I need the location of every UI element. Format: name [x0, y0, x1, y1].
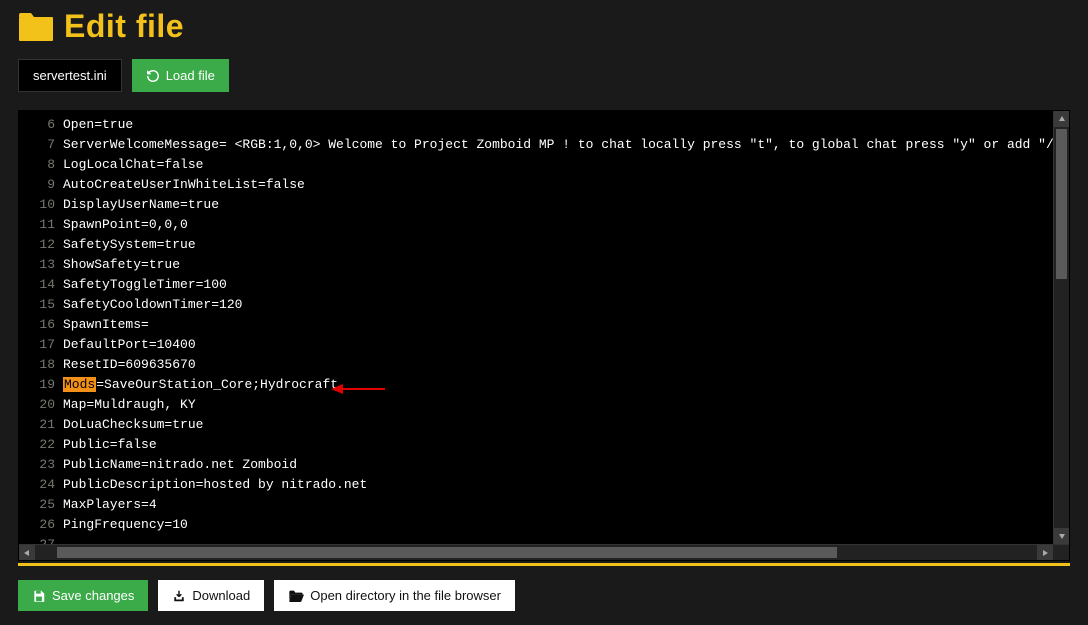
line-number: 21: [19, 415, 63, 435]
line-number: 17: [19, 335, 63, 355]
scroll-right-arrow-icon[interactable]: [1037, 545, 1053, 560]
current-file-chip[interactable]: servertest.ini: [18, 59, 122, 92]
vertical-scrollbar[interactable]: [1053, 111, 1069, 544]
code-line[interactable]: 26PingFrequency=10: [19, 515, 1069, 535]
editor-container: 6Open=true7ServerWelcomeMessage= <RGB:1,…: [18, 110, 1070, 566]
line-content: SafetyToggleTimer=100: [63, 275, 227, 295]
folder-icon: [18, 12, 54, 42]
open-directory-button[interactable]: Open directory in the file browser: [274, 580, 515, 611]
current-file-name: servertest.ini: [33, 68, 107, 83]
line-content: DefaultPort=10400: [63, 335, 196, 355]
open-dir-label: Open directory in the file browser: [310, 588, 501, 603]
line-content: PublicName=nitrado.net Zomboid: [63, 455, 297, 475]
download-button[interactable]: Download: [158, 580, 264, 611]
scroll-up-arrow-icon[interactable]: [1054, 111, 1069, 127]
line-content: Mods=SaveOurStation_Core;Hydrocraft: [63, 375, 338, 395]
save-icon: [32, 589, 46, 603]
code-line[interactable]: 13ShowSafety=true: [19, 255, 1069, 275]
scroll-down-arrow-icon[interactable]: [1054, 528, 1069, 544]
code-line[interactable]: 15SafetyCooldownTimer=120: [19, 295, 1069, 315]
line-number: 15: [19, 295, 63, 315]
code-line[interactable]: 11SpawnPoint=0,0,0: [19, 215, 1069, 235]
line-content: DisplayUserName=true: [63, 195, 219, 215]
line-number: 11: [19, 215, 63, 235]
horizontal-scrollbar-thumb[interactable]: [57, 547, 837, 558]
line-content: MaxPlayers=4: [63, 495, 157, 515]
file-toolbar: servertest.ini Load file: [0, 51, 1088, 110]
code-line[interactable]: 8LogLocalChat=false: [19, 155, 1069, 175]
load-file-label: Load file: [166, 68, 215, 83]
line-content: ShowSafety=true: [63, 255, 180, 275]
line-number: 23: [19, 455, 63, 475]
line-number: 10: [19, 195, 63, 215]
line-content: Map=Muldraugh, KY: [63, 395, 196, 415]
search-highlight: Mods: [63, 377, 96, 392]
line-content: ResetID=609635670: [63, 355, 196, 375]
code-line[interactable]: 18ResetID=609635670: [19, 355, 1069, 375]
line-content: SafetyCooldownTimer=120: [63, 295, 242, 315]
page-header: Edit file: [0, 0, 1088, 51]
line-number: 14: [19, 275, 63, 295]
save-label: Save changes: [52, 588, 134, 603]
line-number: 12: [19, 235, 63, 255]
line-content: PingFrequency=10: [63, 515, 188, 535]
line-content: Public=false: [63, 435, 157, 455]
line-number: 8: [19, 155, 63, 175]
line-number: 6: [19, 115, 63, 135]
horizontal-scrollbar[interactable]: [19, 544, 1069, 560]
line-content: PublicDescription=hosted by nitrado.net: [63, 475, 367, 495]
line-content: SafetySystem=true: [63, 235, 196, 255]
line-content: LogLocalChat=false: [63, 155, 203, 175]
code-line[interactable]: 20Map=Muldraugh, KY: [19, 395, 1069, 415]
line-number: 13: [19, 255, 63, 275]
code-line[interactable]: 22Public=false: [19, 435, 1069, 455]
reload-icon: [146, 69, 160, 83]
line-number: 20: [19, 395, 63, 415]
code-line[interactable]: 14SafetyToggleTimer=100: [19, 275, 1069, 295]
line-number: 22: [19, 435, 63, 455]
code-line[interactable]: 7ServerWelcomeMessage= <RGB:1,0,0> Welco…: [19, 135, 1069, 155]
line-number: 16: [19, 315, 63, 335]
code-line[interactable]: 16SpawnItems=: [19, 315, 1069, 335]
code-line[interactable]: 21DoLuaChecksum=true: [19, 415, 1069, 435]
line-number: 19: [19, 375, 63, 395]
code-line[interactable]: 23PublicName=nitrado.net Zomboid: [19, 455, 1069, 475]
line-number: 24: [19, 475, 63, 495]
line-content: ServerWelcomeMessage= <RGB:1,0,0> Welcom…: [63, 135, 1070, 155]
download-label: Download: [192, 588, 250, 603]
code-line[interactable]: 9AutoCreateUserInWhiteList=false: [19, 175, 1069, 195]
download-icon: [172, 589, 186, 603]
code-line[interactable]: 17DefaultPort=10400: [19, 335, 1069, 355]
code-line[interactable]: 25MaxPlayers=4: [19, 495, 1069, 515]
code-line[interactable]: 12SafetySystem=true: [19, 235, 1069, 255]
code-line[interactable]: 6Open=true: [19, 115, 1069, 135]
folder-open-icon: [288, 589, 304, 603]
line-number: 18: [19, 355, 63, 375]
line-content: SpawnItems=: [63, 315, 149, 335]
line-content: Open=true: [63, 115, 133, 135]
line-number: 7: [19, 135, 63, 155]
scroll-left-arrow-icon[interactable]: [19, 545, 35, 560]
line-number: 9: [19, 175, 63, 195]
page-title: Edit file: [64, 8, 184, 45]
load-file-button[interactable]: Load file: [132, 59, 229, 92]
code-editor[interactable]: 6Open=true7ServerWelcomeMessage= <RGB:1,…: [18, 110, 1070, 561]
line-content: SpawnPoint=0,0,0: [63, 215, 188, 235]
line-number: 26: [19, 515, 63, 535]
line-number: 25: [19, 495, 63, 515]
line-content: DoLuaChecksum=true: [63, 415, 203, 435]
code-line[interactable]: 24PublicDescription=hosted by nitrado.ne…: [19, 475, 1069, 495]
code-line[interactable]: 10DisplayUserName=true: [19, 195, 1069, 215]
vertical-scrollbar-thumb[interactable]: [1056, 129, 1067, 279]
code-line[interactable]: 19Mods=SaveOurStation_Core;Hydrocraft: [19, 375, 1069, 395]
action-footer: Save changes Download Open directory in …: [0, 566, 1088, 625]
save-changes-button[interactable]: Save changes: [18, 580, 148, 611]
line-content: AutoCreateUserInWhiteList=false: [63, 175, 305, 195]
